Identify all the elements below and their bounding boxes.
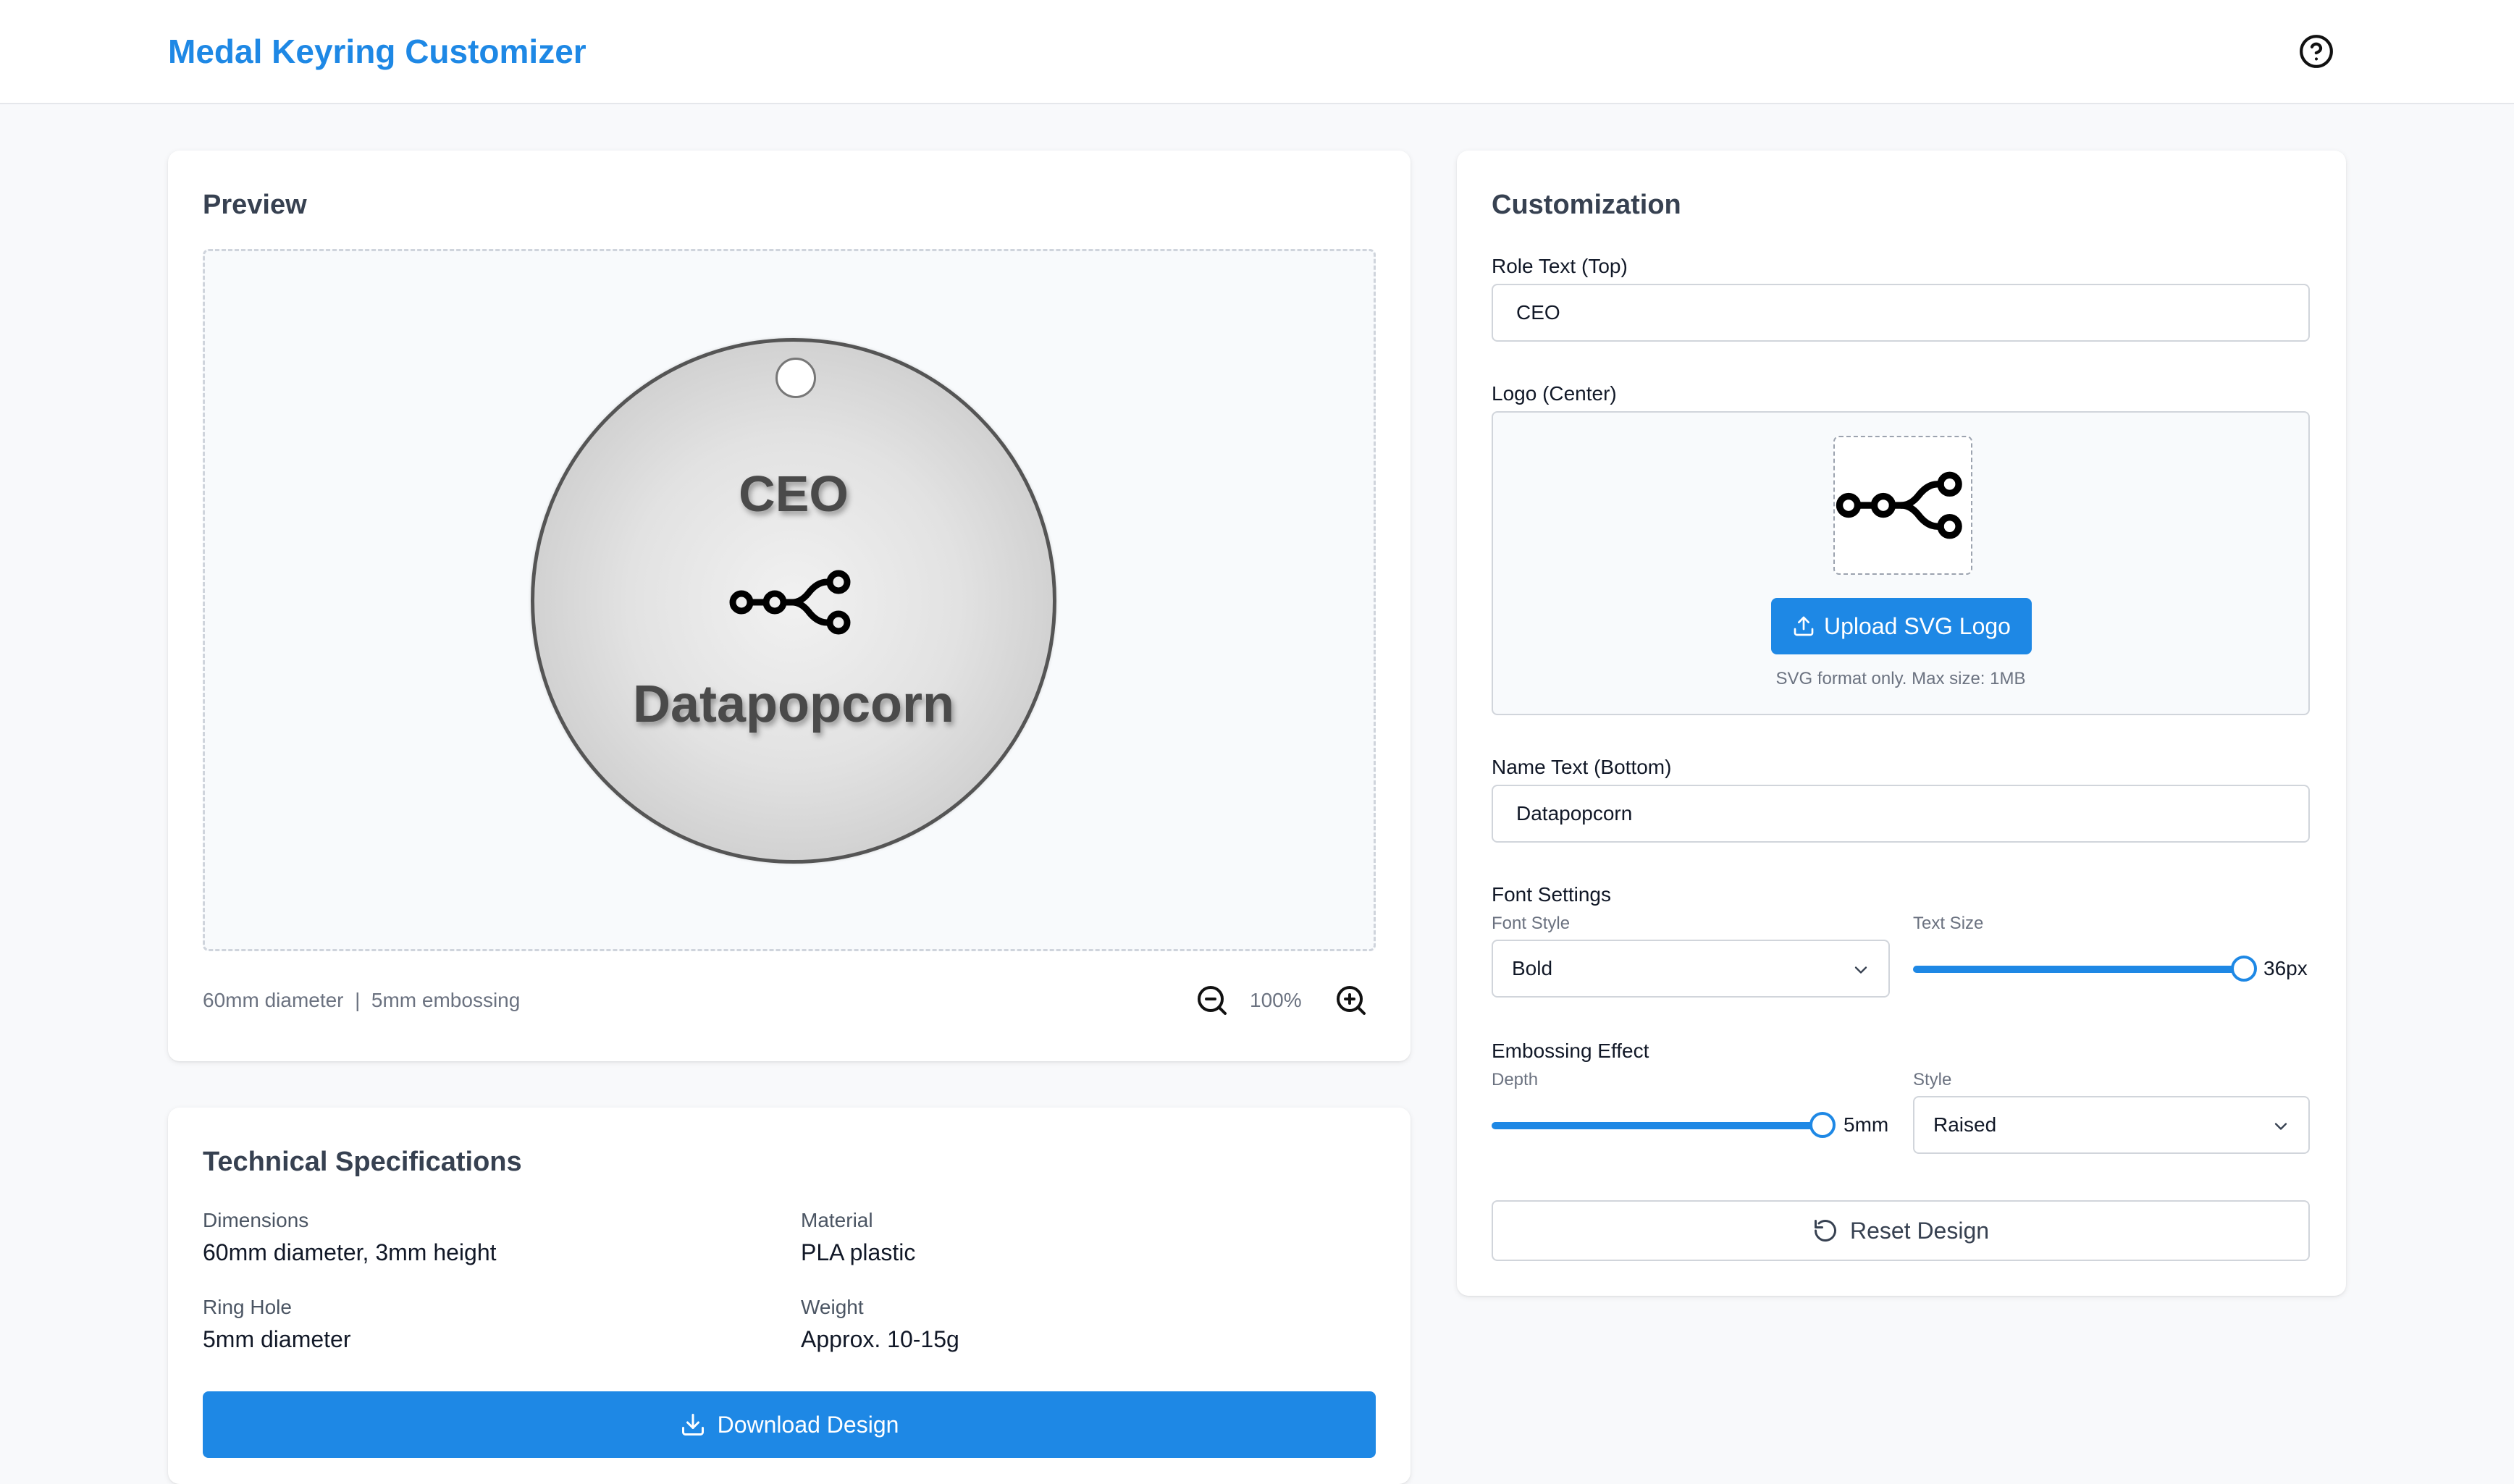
download-label: Download Design [717,1411,899,1438]
zoom-in-icon [1337,986,1366,1015]
role-text-label: Role Text (Top) [1492,255,1628,277]
app-title: Medal Keyring Customizer [168,33,587,70]
upload-hint: SVG format only. Max size: 1MB [1775,669,2026,688]
zoom-out-icon [1198,986,1227,1015]
spec-label-weight: Weight [801,1296,864,1318]
upload-label: Upload SVG Logo [1824,612,2011,639]
download-design-button[interactable]: Download Design [203,1391,1376,1458]
logo-upload-area: Upload SVG Logo SVG format only. Max siz… [1492,411,2310,715]
depth-label: Depth [1492,1070,1539,1089]
slider-thumb[interactable] [2231,956,2258,982]
reset-icon [1814,1220,1836,1242]
spec-label-dimensions: Dimensions [203,1209,309,1231]
slider-thumb[interactable] [1809,1112,1836,1138]
spec-value-dimensions: 60mm diameter, 3mm height [203,1239,497,1265]
font-style-value: Bold [1512,957,1553,979]
spec-label-material: Material [801,1209,873,1231]
font-settings-label: Font Settings [1492,883,1611,906]
specs-title: Technical Specifications [203,1147,522,1177]
spec-value-material: PLA plastic [801,1239,916,1265]
zoom-out-button[interactable] [1195,983,1229,1018]
name-text-input[interactable] [1492,785,2310,843]
reset-design-button[interactable]: Reset Design [1492,1200,2310,1261]
upload-svg-logo-button[interactable]: Upload SVG Logo [1771,598,2032,654]
emboss-style-value: Raised [1933,1113,1997,1136]
embossing-effect-label: Embossing Effect [1492,1040,1649,1062]
help-circle-icon [2300,35,2333,68]
medal-role-text: CEO [739,465,849,522]
workflow-nodes-icon [1836,471,1962,539]
zoom-level: 100% [1250,989,1302,1011]
font-style-label: Font Style [1492,914,1571,933]
name-text-label: Name Text (Bottom) [1492,756,1672,778]
emboss-style-select[interactable]: Raised [1913,1096,2310,1154]
zoom-in-button[interactable] [1334,983,1369,1018]
text-size-label: Text Size [1913,914,1984,933]
app-header: Medal Keyring Customizer [0,0,2514,104]
spec-value-weight: Approx. 10-15g [801,1326,959,1352]
text-size-value: 36px [2263,957,2308,979]
slider-fill [1913,966,2245,973]
style-label: Style [1913,1070,1952,1089]
chevron-down-icon [1854,966,1867,974]
chevron-down-icon [2274,1123,2287,1130]
dimensions-info: 60mm diameter | 5mm embossing [203,989,521,1011]
logo-thumbnail [1833,436,1972,575]
depth-slider[interactable] [1492,1110,1836,1139]
depth-value: 5mm [1844,1113,1889,1136]
reset-label: Reset Design [1849,1217,1990,1244]
preview-title: Preview [203,190,307,220]
medal-name-text: Datapopcorn [632,675,955,733]
preview-area: CEO Datapopcorn [203,249,1376,951]
role-text-input[interactable] [1492,284,2310,342]
spec-label-ring-hole: Ring Hole [203,1296,292,1318]
logo-label: Logo (Center) [1492,382,1617,405]
customization-card: Customization Role Text (Top) Logo (Cent… [1457,151,2346,1296]
ring-hole [775,358,816,398]
upload-icon [1794,616,1814,636]
download-icon [681,1414,704,1435]
help-button[interactable] [2298,33,2334,69]
text-size-slider[interactable] [1913,954,2258,983]
medal-preview: CEO Datapopcorn [531,338,1056,864]
spec-value-ring-hole: 5mm diameter [203,1326,351,1352]
slider-fill [1492,1122,1823,1129]
technical-specifications-card: Technical Specifications Dimensions 60mm… [168,1108,1411,1484]
workflow-nodes-icon [729,570,851,635]
font-style-select[interactable]: Bold [1492,940,1890,998]
preview-card: Preview CEO Datapopcorn 60mm diameter | … [168,151,1411,1061]
customization-title: Customization [1492,190,1681,220]
